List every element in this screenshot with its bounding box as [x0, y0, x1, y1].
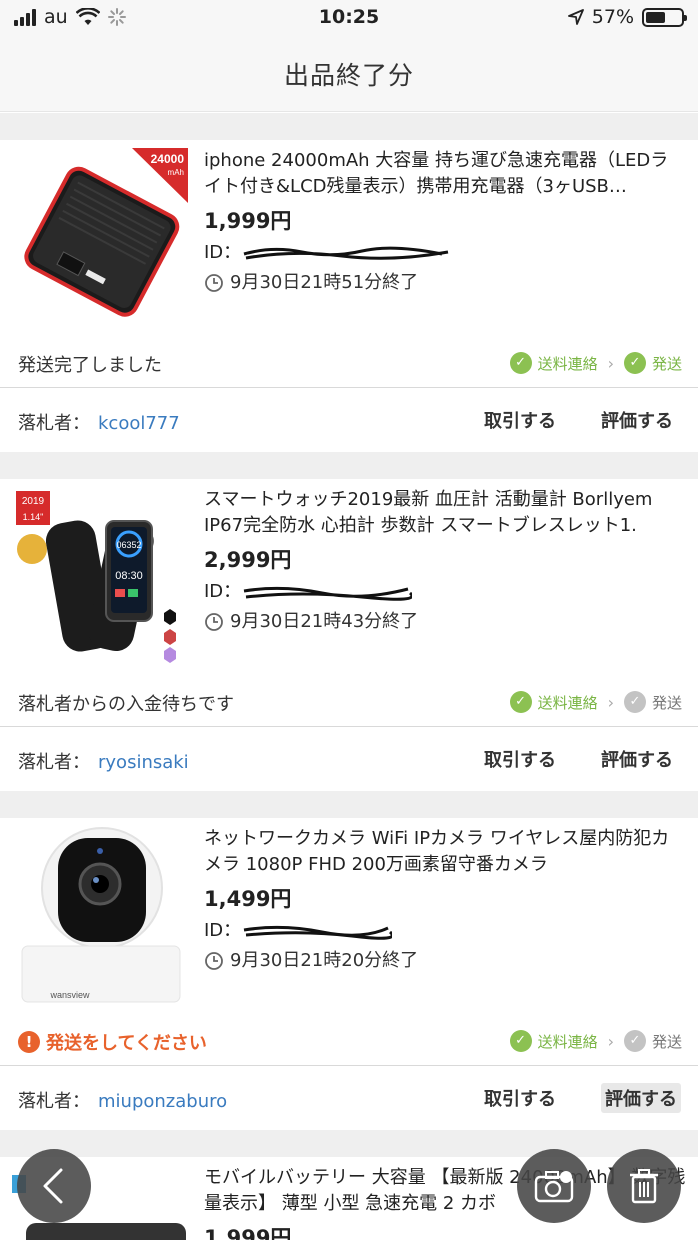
section-divider	[0, 1130, 698, 1157]
battery-icon	[642, 7, 687, 27]
check-icon: ✓	[623, 691, 646, 713]
item-id: ID：	[204, 918, 686, 944]
bidder-link[interactable]: miuponzaburo	[98, 1091, 227, 1112]
step-ship: 発送	[651, 693, 682, 712]
step-ship: 発送	[651, 354, 682, 373]
item-price: 1,999円	[204, 209, 292, 233]
bidder: 落札者： ryosinsaki	[18, 752, 189, 773]
action-row: 落札者： miuponzaburo 取引する 評価する	[0, 1067, 698, 1129]
bidder: 落札者： miuponzaburo	[18, 1091, 228, 1112]
check-icon: ✓	[509, 352, 532, 374]
trade-button[interactable]: 取引する	[484, 746, 556, 772]
location-arrow-icon	[567, 9, 584, 25]
listing-card[interactable]: wansview ネットワークカメラ WiFi IPカメラ ワイヤレス屋内防犯カ…	[0, 818, 698, 1130]
rate-button[interactable]: 評価する	[601, 1083, 681, 1113]
progress-steps: ✓ 送料連絡 › ✓ 発送	[509, 691, 682, 713]
delete-button[interactable]	[607, 1149, 681, 1223]
rate-button[interactable]: 評価する	[601, 746, 673, 772]
section-divider	[0, 791, 698, 818]
chevron-right-icon: ›	[607, 353, 614, 373]
clock-icon	[205, 613, 223, 631]
progress-steps: ✓ 送料連絡 › ✓ 発送	[509, 352, 682, 374]
step-ship: 発送	[651, 1032, 682, 1051]
page-title: 出品終了分	[283, 61, 414, 90]
status-row: 発送完了しました ✓ 送料連絡 › ✓ 発送	[0, 340, 698, 388]
section-divider	[0, 452, 698, 479]
svg-text:1.14": 1.14"	[23, 512, 44, 522]
item-title[interactable]: ネットワークカメラ WiFi IPカメラ ワイヤレス屋内防犯カメラ 1080P …	[204, 826, 686, 878]
product-thumbnail[interactable]: 24000 mAh	[12, 148, 188, 326]
back-button[interactable]	[17, 1149, 91, 1223]
action-row: 落札者： ryosinsaki 取引する 評価する	[0, 728, 698, 790]
status-row: ! 発送をしてください ✓ 送料連絡 › ✓ 発送	[0, 1018, 698, 1066]
redaction-scribble	[243, 925, 392, 940]
status-message: 発送完了しました	[18, 355, 162, 376]
section-divider	[0, 113, 698, 140]
status-message: 落札者からの入金待ちです	[18, 694, 234, 715]
listing-card[interactable]: 2019 1.14" 06352 08:30 スマートウォッチ2019最新 血圧…	[0, 479, 698, 791]
rate-button[interactable]: 評価する	[601, 407, 673, 433]
brand-logo: wansview	[49, 990, 90, 1000]
status-row: 落札者からの入金待ちです ✓ 送料連絡 › ✓ 発送	[0, 679, 698, 727]
item-id: ID：	[204, 240, 686, 266]
watch-steps: 06352	[116, 540, 141, 550]
clock-icon	[205, 274, 223, 292]
chevron-right-icon: ›	[607, 692, 614, 712]
back-icon	[43, 1168, 63, 1204]
step-shipping-contact: 送料連絡	[537, 354, 598, 373]
item-price: 1,999円	[204, 1226, 292, 1240]
trade-button[interactable]: 取引する	[484, 1085, 556, 1111]
capacity-badge: 24000	[151, 152, 185, 166]
camera-button[interactable]	[517, 1149, 591, 1223]
trade-button[interactable]: 取引する	[484, 407, 556, 433]
item-price: 1,499円	[204, 887, 292, 911]
year-badge: 2019	[22, 496, 45, 507]
check-icon: ✓	[509, 1030, 532, 1052]
bidder: 落札者： kcool777	[18, 413, 180, 434]
listing-card[interactable]: モバイルバッテリー 大容量 【最新版 24000mAh】 数字残量表示】 薄型 …	[0, 1157, 698, 1240]
end-time: 9月30日21時51分終了	[204, 270, 686, 296]
check-icon: ✓	[623, 352, 646, 374]
redaction-scribble	[243, 246, 449, 260]
step-shipping-contact: 送料連絡	[537, 693, 598, 712]
check-icon: ✓	[509, 691, 532, 713]
redaction-scribble	[243, 586, 412, 601]
check-icon: ✓	[623, 1030, 646, 1052]
status-bar: au 10:25 57%	[0, 0, 698, 36]
svg-text:mAh: mAh	[168, 168, 184, 177]
item-title[interactable]: iphone 24000mAh 大容量 持ち運び急速充電器（LEDライト付き&L…	[204, 148, 686, 200]
action-row: 落札者： kcool777 取引する 評価する	[0, 389, 698, 451]
end-time: 9月30日21時43分終了	[204, 609, 686, 635]
warning-icon: !	[18, 1031, 40, 1053]
step-shipping-contact: 送料連絡	[537, 1032, 598, 1051]
watch-time: 08:30	[115, 570, 143, 582]
end-time: 9月30日21時20分終了	[204, 948, 686, 974]
trash-icon	[630, 1169, 658, 1204]
item-price: 2,999円	[204, 548, 292, 572]
chevron-right-icon: ›	[607, 1031, 614, 1051]
status-message: ! 発送をしてください	[18, 1029, 207, 1055]
listing-card[interactable]: 24000 mAh iphone 24000mAh 大容量 持ち運び急速充電器（…	[0, 140, 698, 452]
item-id: ID：	[204, 579, 686, 605]
bidder-link[interactable]: kcool777	[98, 413, 180, 434]
progress-steps: ✓ 送料連絡 › ✓ 発送	[509, 1030, 682, 1052]
product-thumbnail[interactable]: wansview	[12, 826, 188, 1004]
item-title[interactable]: スマートウォッチ2019最新 血圧計 活動量計 Borllyem IP67完全防…	[204, 487, 686, 539]
clock-icon	[205, 952, 223, 970]
nav-bar: 出品終了分	[0, 36, 698, 112]
camera-icon	[534, 1171, 574, 1203]
battery-percent: 57%	[591, 6, 634, 28]
product-thumbnail[interactable]: 2019 1.14" 06352 08:30	[12, 487, 188, 665]
bidder-link[interactable]: ryosinsaki	[98, 752, 189, 773]
